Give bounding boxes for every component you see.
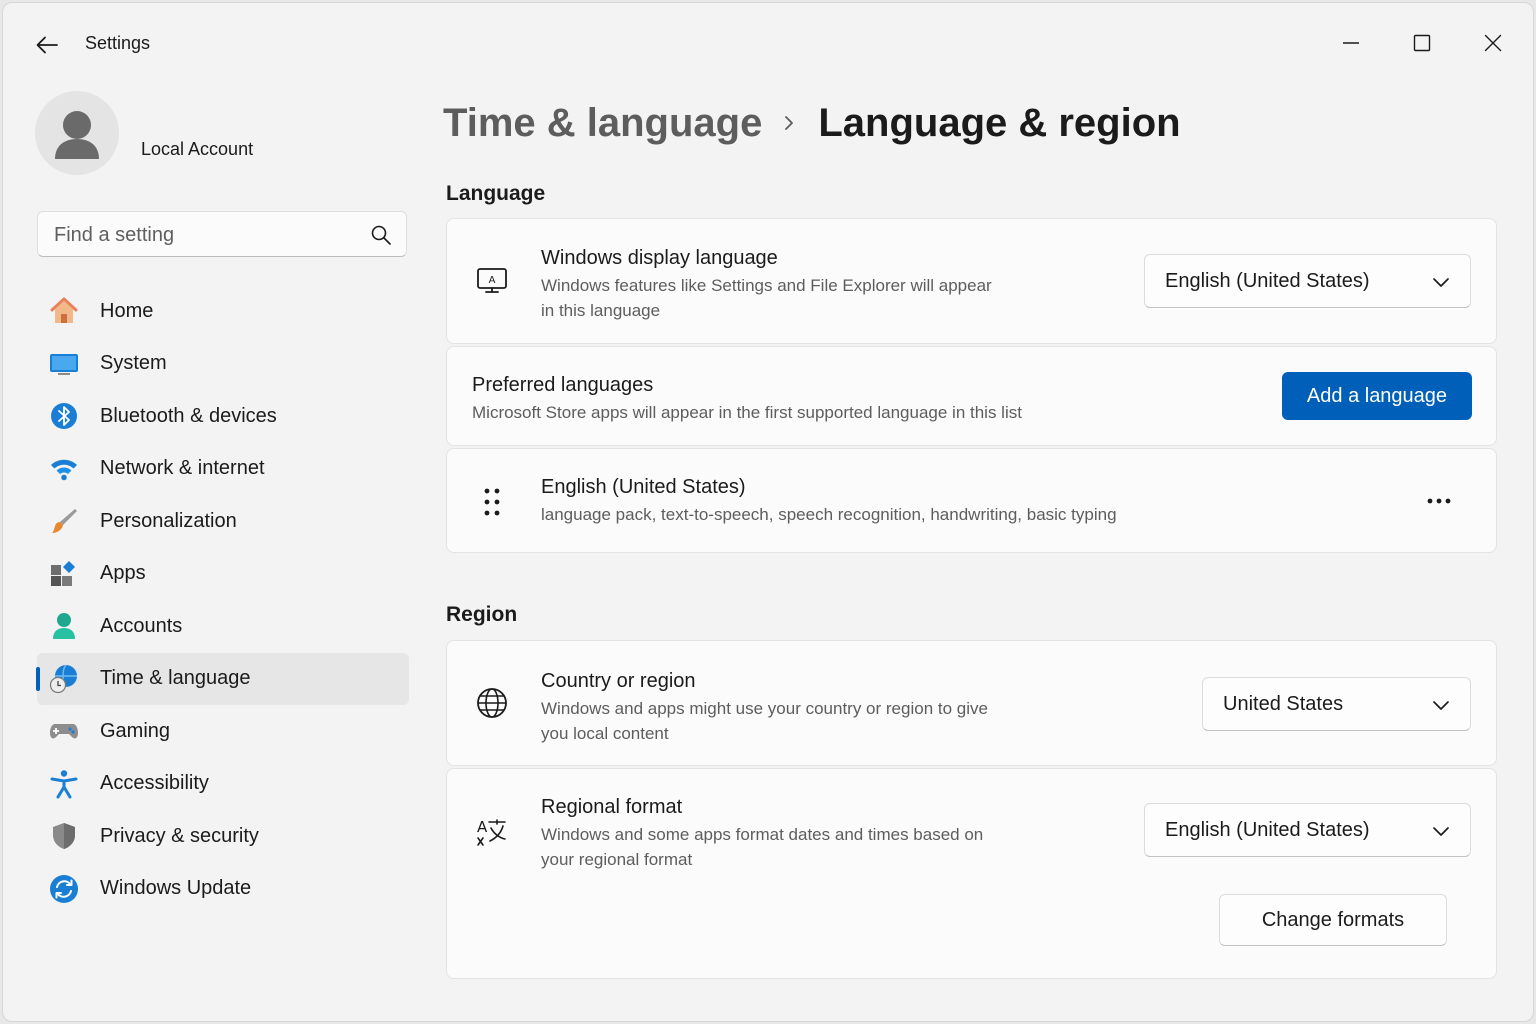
accessibility-icon	[49, 769, 79, 799]
sidebar-item-label: Network & internet	[100, 457, 265, 479]
display-language-card: A Windows display language Windows featu…	[446, 218, 1497, 344]
more-options-icon	[1427, 498, 1451, 504]
sidebar-item-personalization[interactable]: Personalization	[37, 495, 409, 547]
regional-format-title: Regional format	[541, 796, 683, 818]
installed-language-card[interactable]: English (United States) language pack, t…	[446, 448, 1497, 553]
breadcrumb: Time & language Language & region	[443, 95, 1181, 151]
preferred-languages-desc: Microsoft Store apps will appear in the …	[472, 403, 1022, 422]
minimize-icon	[1343, 42, 1359, 44]
sidebar-item-label: Bluetooth & devices	[100, 404, 277, 427]
display-language-desc-line1: Windows features like Settings and File …	[541, 276, 992, 295]
regional-format-card: A Regional format Windows and some apps …	[446, 768, 1497, 979]
language-options-button[interactable]	[1417, 486, 1461, 516]
person-icon	[55, 111, 99, 159]
back-arrow-icon	[36, 36, 58, 54]
dropdown-value: United States	[1223, 693, 1344, 715]
regional-format-desc-line2: your regional format	[541, 850, 693, 869]
maximize-icon	[1413, 34, 1431, 52]
search-box[interactable]	[37, 211, 407, 257]
display-language-icon: A	[475, 263, 509, 297]
dropdown-value: English (United States)	[1165, 819, 1370, 841]
sidebar-item-accessibility[interactable]: Accessibility	[37, 758, 409, 810]
country-region-desc-line1: Windows and apps might use your country …	[541, 699, 988, 718]
sidebar-item-gaming[interactable]: Gaming	[37, 705, 409, 757]
sidebar-item-label: Accessibility	[100, 772, 209, 794]
update-icon	[49, 874, 79, 904]
title-bar: Settings	[3, 3, 1533, 83]
sidebar-item-label: Apps	[100, 562, 146, 584]
country-region-card: Country or region Windows and apps might…	[446, 640, 1497, 766]
close-icon	[1484, 34, 1502, 52]
gamepad-icon	[49, 716, 79, 746]
apps-icon	[49, 559, 79, 589]
avatar	[35, 91, 119, 175]
search-input[interactable]	[54, 222, 354, 248]
country-region-title: Country or region	[541, 670, 696, 692]
account-name: Local Account	[141, 139, 254, 159]
display-language-desc-line2: in this language	[541, 301, 661, 320]
wifi-icon	[49, 454, 79, 484]
shield-icon	[49, 821, 79, 851]
sidebar-item-windows-update[interactable]: Windows Update	[37, 863, 409, 915]
installed-language-title: English (United States)	[541, 476, 746, 498]
system-icon	[49, 349, 79, 379]
sidebar-item-apps[interactable]: Apps	[37, 548, 409, 600]
brush-icon	[49, 506, 79, 536]
search-icon[interactable]	[370, 224, 392, 246]
sidebar-item-label: Windows Update	[100, 877, 252, 899]
accounts-icon	[49, 611, 79, 641]
back-button[interactable]	[31, 29, 63, 61]
sidebar-item-label: Accounts	[100, 614, 183, 637]
home-icon	[49, 296, 79, 326]
account-header[interactable]: Local Account	[35, 91, 415, 181]
country-region-dropdown[interactable]: United States	[1202, 677, 1471, 731]
language-section-title: Language	[446, 182, 546, 205]
time-language-icon	[49, 664, 79, 694]
sidebar-item-time-language[interactable]: Time & language	[36, 652, 409, 705]
maximize-button[interactable]	[1400, 25, 1444, 61]
sidebar-item-label: System	[100, 352, 167, 374]
drag-handle-icon	[484, 488, 500, 516]
bluetooth-icon	[49, 401, 79, 431]
svg-text:A: A	[489, 275, 496, 286]
sidebar-item-network[interactable]: Network & internet	[37, 443, 409, 495]
minimize-button[interactable]	[1329, 25, 1373, 61]
sidebar-item-label: Home	[100, 299, 154, 322]
sidebar-nav: Home System Bluetooth & devices Network …	[36, 285, 409, 915]
chevron-down-icon	[1433, 278, 1449, 287]
display-language-title: Windows display language	[541, 247, 778, 269]
chevron-down-icon	[1433, 701, 1449, 710]
sidebar-item-label: Gaming	[100, 719, 171, 742]
country-region-desc-line2: you local content	[541, 724, 669, 743]
close-button[interactable]	[1471, 25, 1515, 61]
sidebar-item-accounts[interactable]: Accounts	[37, 600, 409, 652]
app-title: Settings	[85, 33, 151, 53]
breadcrumb-parent-link[interactable]: Time & language	[443, 101, 762, 146]
chevron-down-icon	[1433, 827, 1449, 836]
settings-window: Settings Local Account Find a setting Ho…	[2, 2, 1534, 1022]
installed-language-desc: language pack, text-to-speech, speech re…	[541, 505, 1117, 524]
sidebar-item-label: Personalization	[100, 509, 237, 532]
svg-text:A: A	[477, 818, 488, 836]
globe-icon	[475, 686, 509, 720]
dropdown-value: English (United States)	[1165, 270, 1370, 292]
sidebar-item-label: Time & language	[100, 667, 251, 689]
sidebar-item-privacy[interactable]: Privacy & security	[37, 810, 409, 862]
regional-format-desc-line1: Windows and some apps format dates and t…	[541, 825, 984, 844]
change-formats-button[interactable]: Change formats	[1219, 894, 1447, 946]
sidebar-item-bluetooth[interactable]: Bluetooth & devices	[37, 390, 409, 442]
sidebar-item-label: Privacy & security	[100, 824, 259, 847]
regional-format-icon: A	[475, 814, 509, 848]
add-language-button[interactable]: Add a language	[1282, 372, 1472, 420]
regional-format-dropdown[interactable]: English (United States)	[1144, 803, 1471, 857]
page-title: Language & region	[818, 100, 1181, 145]
sidebar-item-system[interactable]: System	[37, 338, 409, 390]
chevron-right-icon	[785, 116, 794, 130]
preferred-languages-title: Preferred languages	[472, 374, 654, 396]
drag-handle[interactable]	[475, 484, 509, 520]
region-section-title: Region	[446, 603, 518, 626]
sidebar-item-home[interactable]: Home	[37, 285, 409, 337]
display-language-dropdown[interactable]: English (United States)	[1144, 254, 1471, 308]
